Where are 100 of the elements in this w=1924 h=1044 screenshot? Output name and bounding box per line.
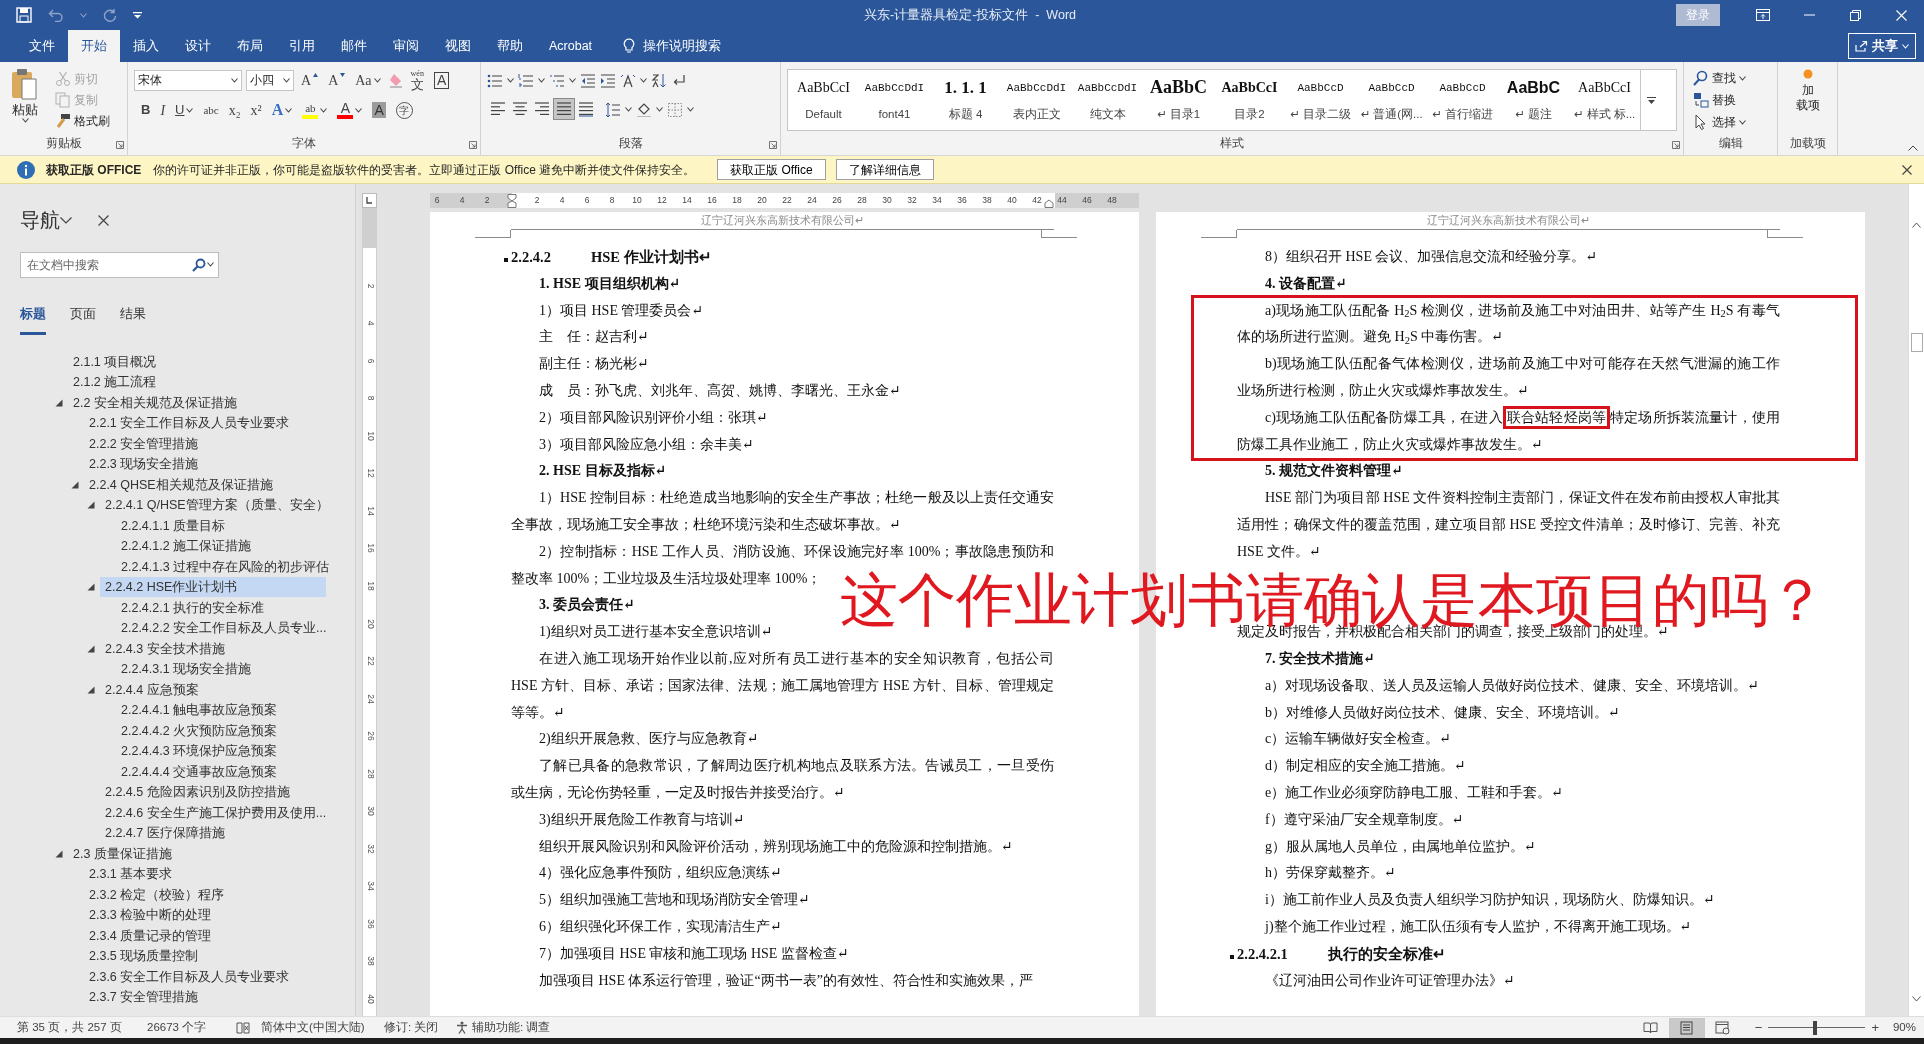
grow-button[interactable]: A xyxy=(298,68,322,92)
expanded-triangle-icon[interactable] xyxy=(55,398,63,407)
language[interactable]: 简体中文(中国大陆) xyxy=(261,1018,384,1037)
outline-item[interactable]: 2.3.5 现场质量控制 xyxy=(84,946,326,967)
select-button[interactable]: 选择 xyxy=(1690,113,1771,131)
ribbon-tab[interactable]: 插入 xyxy=(120,30,172,62)
script-button[interactable]: x² xyxy=(247,98,265,122)
outline-item[interactable]: 2.3.7 安全管理措施 xyxy=(84,987,326,1008)
info-bar-button[interactable]: 获取正版 Office xyxy=(717,159,826,180)
accessibility-icon[interactable] xyxy=(456,1021,469,1034)
indent-marker-icon[interactable] xyxy=(507,194,517,208)
style-tile[interactable]: AaBbCcI ↵ 样式 标... xyxy=(1569,70,1640,130)
dialog-launcher-icon[interactable] xyxy=(769,141,777,149)
underline-button[interactable]: U xyxy=(172,98,197,122)
clipboard-button[interactable]: 格式刷 xyxy=(52,112,113,130)
strike-button[interactable]: abc xyxy=(200,98,222,122)
outline-item[interactable]: 2.2.4.4 应急预案 xyxy=(100,679,326,700)
expanded-triangle-icon[interactable] xyxy=(55,849,63,858)
zoom-level[interactable]: 90% xyxy=(1892,1018,1916,1037)
outline-item[interactable]: 2.3.6 安全工作目标及人员专业要求 xyxy=(84,966,326,987)
outline-item[interactable]: 2.2.4.1.2 施工保证措施 xyxy=(116,536,326,557)
font-size-field[interactable]: 小四 xyxy=(246,69,294,91)
caret-icon[interactable] xyxy=(355,107,363,113)
italic-button[interactable]: I xyxy=(157,98,169,122)
page-count[interactable]: 第 35 页，共 257 页 xyxy=(17,1018,147,1037)
outline-item[interactable]: 2.2.4.3 安全技术措施 xyxy=(100,638,326,659)
close-icon[interactable] xyxy=(1902,164,1912,175)
expanded-triangle-icon[interactable] xyxy=(87,685,95,694)
track-changes-status[interactable]: 修订: 关闭 xyxy=(384,1018,456,1037)
pane-tab[interactable]: 标题 xyxy=(20,301,46,336)
expanded-triangle-icon[interactable] xyxy=(87,583,95,592)
add-ins-button[interactable]: 加 载项 xyxy=(1792,68,1823,114)
close-icon[interactable] xyxy=(98,214,109,226)
ribbon-tab[interactable]: 设计 xyxy=(172,30,224,62)
caret-icon[interactable] xyxy=(538,77,545,83)
caret-icon[interactable] xyxy=(373,77,381,83)
outline-item[interactable]: 2.2.4.4.4 交通事故应急预案 xyxy=(116,761,326,782)
outline-item[interactable]: 2.2.3 现场安全措施 xyxy=(84,454,326,475)
caret-icon[interactable] xyxy=(186,107,194,113)
undo-icon[interactable] xyxy=(48,8,64,22)
font-name-field[interactable]: 宋体 xyxy=(134,69,242,91)
share-button[interactable]: 共享 xyxy=(1848,33,1916,59)
word-count[interactable]: 26673 个字 xyxy=(147,1018,236,1037)
outline-item[interactable]: 2.2.4.2.1 执行的安全标准 xyxy=(116,597,326,618)
outline-item[interactable]: 2.3.1 基本要求 xyxy=(84,864,326,885)
paint-bucket-icon[interactable] xyxy=(636,101,652,117)
borders-icon[interactable] xyxy=(667,101,683,117)
expanded-triangle-icon[interactable] xyxy=(87,644,95,653)
line-spacing-icon[interactable] xyxy=(605,101,621,117)
ribbon-tab[interactable]: 帮助 xyxy=(484,30,536,62)
style-tile[interactable]: AaBbCcDdI font41 xyxy=(859,70,930,130)
style-tile[interactable]: AaBbC ↵ 目录1 xyxy=(1143,70,1214,130)
customize-toolbar-icon[interactable] xyxy=(133,11,142,19)
expanded-triangle-icon[interactable] xyxy=(87,501,95,510)
outline-item[interactable]: 2.2.4.3.1 现场安全措施 xyxy=(116,659,326,680)
pane-tab[interactable]: 页面 xyxy=(70,301,96,336)
outline-item[interactable]: 2.2.4.7 医疗保障措施 xyxy=(100,823,326,844)
outline-item[interactable]: 2.3 质量保证措施 xyxy=(68,843,326,864)
align-justify-button[interactable] xyxy=(553,98,575,120)
ribbon-tab[interactable]: 开始 xyxy=(68,30,120,62)
search-field[interactable]: 在文档中搜索 xyxy=(20,251,219,278)
view-button[interactable] xyxy=(1668,1017,1705,1038)
script-button[interactable]: x₂ xyxy=(225,98,244,122)
ribbon-tab[interactable]: 邮件 xyxy=(328,30,380,62)
caret-icon[interactable] xyxy=(625,106,632,112)
outline-item[interactable]: 2.1.2 施工流程 xyxy=(68,372,326,393)
ribbon-tab[interactable]: 引用 xyxy=(276,30,328,62)
ribbon-tab[interactable]: 文件 xyxy=(16,30,68,62)
scroll-up-icon[interactable] xyxy=(1912,222,1921,228)
dialog-launcher-icon[interactable] xyxy=(469,141,477,149)
expanded-triangle-icon[interactable] xyxy=(71,480,79,489)
sort-icon[interactable] xyxy=(651,72,667,88)
outline-item[interactable]: 2.2.4.6 安全生产施工保护费用及使用... xyxy=(100,802,326,823)
outline-item[interactable]: 2.2.4.5 危险因素识别及防控措施 xyxy=(100,782,326,803)
tell-me-search[interactable]: 操作说明搜索 xyxy=(643,36,722,56)
redo-icon[interactable] xyxy=(103,8,117,22)
info-bar-button[interactable]: 了解详细信息 xyxy=(835,159,934,180)
dialog-launcher-icon[interactable] xyxy=(1672,141,1680,149)
increase-indent-icon[interactable] xyxy=(600,72,616,88)
caret-icon[interactable] xyxy=(60,216,72,224)
case-button[interactable]: Aa xyxy=(352,68,384,92)
dialog-launcher-icon[interactable] xyxy=(116,141,124,149)
formatting-marks-icon[interactable] xyxy=(671,72,687,88)
proofing-icon[interactable] xyxy=(236,1021,250,1034)
caret-icon[interactable] xyxy=(1739,75,1746,81)
style-tile[interactable]: AaBbCcDdI 纯文本 xyxy=(1072,70,1143,130)
caret-icon[interactable] xyxy=(569,77,576,83)
caret-icon[interactable] xyxy=(507,77,514,83)
phonetic-button[interactable]: wén 文 xyxy=(407,68,427,92)
bold-button[interactable]: B xyxy=(138,98,154,122)
caret-icon[interactable] xyxy=(656,106,663,112)
shading-button[interactable]: A xyxy=(369,98,389,122)
outline-item[interactable]: 2.2.4.1.1 质量目标 xyxy=(116,515,326,536)
style-tile[interactable]: AaBbCcD ↵ 首行缩进 xyxy=(1427,70,1498,130)
style-tile[interactable]: AaBbCcI Default xyxy=(788,70,859,130)
pane-tab[interactable]: 结果 xyxy=(120,301,146,336)
outline-item[interactable]: 2.2.4.4.1 触电事故应急预案 xyxy=(116,700,326,721)
caret-icon[interactable] xyxy=(320,107,328,113)
collapse-ribbon-icon[interactable] xyxy=(1908,145,1918,151)
outline-item[interactable]: 2.3.2 检定（校验）程序 xyxy=(84,884,326,905)
